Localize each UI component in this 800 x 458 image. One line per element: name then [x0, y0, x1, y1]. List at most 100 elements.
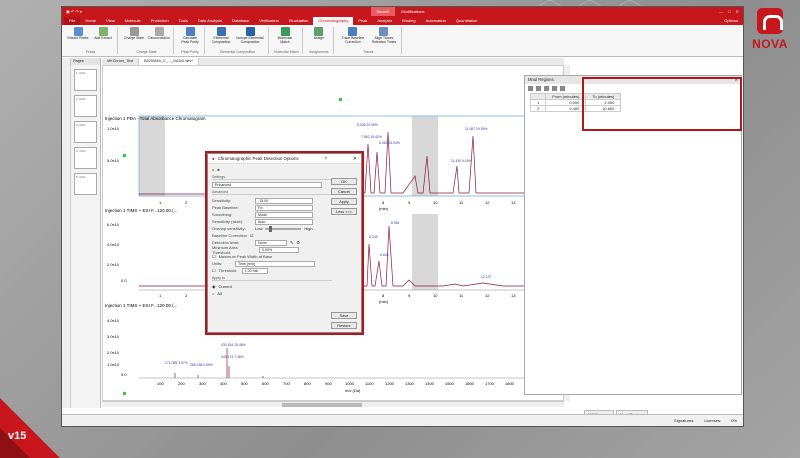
elemental-composition-button[interactable]: Elemental Composition	[210, 27, 232, 50]
tab-view[interactable]: View	[101, 17, 120, 25]
x-tick-label: 9	[408, 200, 411, 205]
left-toolstrip[interactable]	[62, 58, 71, 408]
import-region-icon[interactable]	[544, 85, 549, 91]
scrollbar-thumb[interactable]	[282, 403, 362, 407]
y-tick-label: 2.0x10	[107, 350, 120, 355]
x-tick-label: 500	[241, 381, 248, 386]
page-thumbnail[interactable]: 2. COL	[74, 95, 97, 117]
ribbon-group-label: Elemental Composition	[220, 50, 255, 54]
context-tab-modifications[interactable]: Modifications	[395, 7, 431, 16]
tab-binding[interactable]: Binding	[397, 17, 420, 25]
deconvolution-label: Deconvolution	[148, 36, 170, 40]
signatures-label: Signatures:	[674, 418, 695, 423]
x-tick-label: 2	[185, 200, 188, 205]
manual-region-shade	[139, 116, 165, 196]
x-tick-label: 11	[459, 200, 464, 205]
close-button[interactable]: ✕	[736, 9, 739, 14]
tab-file[interactable]: File	[64, 17, 81, 25]
quick-access-toolbar[interactable]: ▣ ↶ ↷ ▾	[66, 9, 82, 14]
y-tick-label: 0.0	[121, 278, 127, 283]
x-axis-label: (min)	[379, 206, 389, 211]
charge-state-label: Charge State	[124, 36, 144, 40]
manual-region-shade	[412, 116, 438, 196]
deconvolution-button[interactable]: Deconvolution	[148, 27, 170, 50]
ribbon: Extract Peaks Add Extract Peaks Charge S…	[62, 25, 743, 57]
tab-database[interactable]: Database	[227, 17, 254, 25]
export-region-icon[interactable]	[552, 85, 557, 91]
extract-peaks-button[interactable]: Extract Peaks	[67, 27, 89, 50]
assign-button[interactable]: Assign	[308, 27, 330, 50]
page-thumbnail[interactable]: 4. COL	[74, 147, 97, 169]
x-tick-label: 1800	[505, 381, 515, 386]
ribbon-group-label: Charge State	[136, 50, 157, 54]
tab-analysis[interactable]: Analysis	[372, 17, 397, 25]
peak-label: 8.006 20.05%	[357, 123, 378, 127]
nova-logo: NOVA	[748, 8, 792, 51]
horizontal-scrollbar[interactable]	[102, 401, 564, 407]
x-tick-label: 1200	[385, 381, 395, 386]
tab-chromatography[interactable]: Chromatography	[313, 17, 354, 25]
tab-data-analysis[interactable]: Data Analysis	[193, 17, 227, 25]
tab-verification[interactable]: Verification	[254, 17, 284, 25]
chart-title: Injection 1 PDA - Total Absorbance Chrom…	[105, 116, 206, 121]
remove-region-icon[interactable]	[536, 85, 541, 91]
ribbon-group-assignments: Assign Assignments	[305, 27, 334, 54]
doc-tab[interactable]: MKChrom_Test	[102, 58, 140, 65]
x-tick-label: 1300	[405, 381, 415, 386]
peak-purity-icon	[185, 27, 195, 36]
charge-state-button[interactable]: Charge State	[123, 27, 145, 50]
x-tick-label: 8	[382, 200, 385, 205]
x-tick-label: 1000	[345, 381, 355, 386]
tab-automation[interactable]: Automation	[421, 17, 451, 25]
chart-title: Injection 1 TIMS + ESI F...120.00 (...	[105, 208, 177, 213]
isotope-elemental-button[interactable]: Isotope Elemental Composition	[235, 27, 265, 50]
tab-elucidation[interactable]: Elucidation	[284, 17, 314, 25]
peak-label: 12.137	[481, 275, 491, 279]
user-options-menu[interactable]: Options	[719, 17, 743, 25]
tab-molecule[interactable]: Molecule	[120, 17, 146, 25]
title-bar: ▣ ↶ ↷ ▾ Search Modifications — □ ✕	[62, 7, 743, 16]
x-tick-label: 1	[159, 293, 162, 298]
add-extract-button[interactable]: Add Extract	[92, 27, 114, 50]
page-thumbnail[interactable]: 1. COL	[74, 69, 97, 91]
from-cell[interactable]: 9.400	[545, 105, 587, 112]
x-tick-label: 1	[159, 200, 162, 205]
calculate-peak-purity-button[interactable]: Calculate Peak Purity	[179, 27, 201, 50]
manual-region-shade	[412, 214, 438, 290]
add-region-icon[interactable]	[528, 85, 533, 91]
align-traces-icon	[379, 27, 389, 36]
mass-spectrum-sticks	[174, 348, 264, 378]
molecular-match-button[interactable]: Molecular Match	[274, 27, 296, 50]
peak-label: 11.430 4.19%	[451, 159, 472, 163]
align-traces-button[interactable]: Align Traces Retention Times	[370, 27, 398, 50]
ribbon-group-molecular: Molecular Match Molecular Match	[271, 27, 303, 54]
chart-title: Injection 1 TIMS + ESI F...120.00 (...	[105, 303, 177, 308]
tab-home[interactable]: Home	[80, 17, 101, 25]
y-tick-label: 1.0x10	[107, 362, 120, 367]
x-tick-label: 1500	[445, 381, 455, 386]
doc-tab-active[interactable]: B0259MA_C_..._GADG.dev*	[139, 58, 199, 65]
context-tab-search[interactable]: Search	[370, 7, 396, 16]
x-tick-label: 12	[485, 200, 490, 205]
x-tick-label: 600	[262, 381, 269, 386]
tab-tools[interactable]: Tools	[174, 17, 193, 25]
clear-regions-icon[interactable]	[560, 85, 565, 91]
trace-baseline-button[interactable]: Trace Baseline Correction	[339, 27, 367, 50]
page-thumbnail[interactable]: 3. COL	[74, 121, 97, 143]
peak-label: 7.862 15.42%	[361, 135, 382, 139]
peak-label: 8.245	[369, 235, 378, 239]
y-tick-label: 0.0	[121, 372, 127, 377]
peak-label: 171.085 3.57%	[165, 361, 188, 365]
assign-icon	[314, 27, 324, 36]
maximize-button[interactable]: □	[728, 9, 730, 14]
tab-prediction[interactable]: Prediction	[146, 17, 174, 25]
highlight-box-regions	[582, 77, 742, 131]
tab-quantitation[interactable]: Quantitation	[451, 17, 483, 25]
page-thumbnail[interactable]: 5. COL	[74, 173, 97, 195]
assign-label: Assign	[313, 36, 324, 40]
ribbon-group-traces: Trace Baseline Correction Align Traces R…	[336, 27, 402, 54]
trace-baseline-label: Trace Baseline Correction	[341, 36, 365, 44]
minimize-button[interactable]: —	[719, 9, 723, 14]
tab-peak[interactable]: Peak	[353, 17, 372, 25]
x-tick-label: 10	[433, 200, 438, 205]
